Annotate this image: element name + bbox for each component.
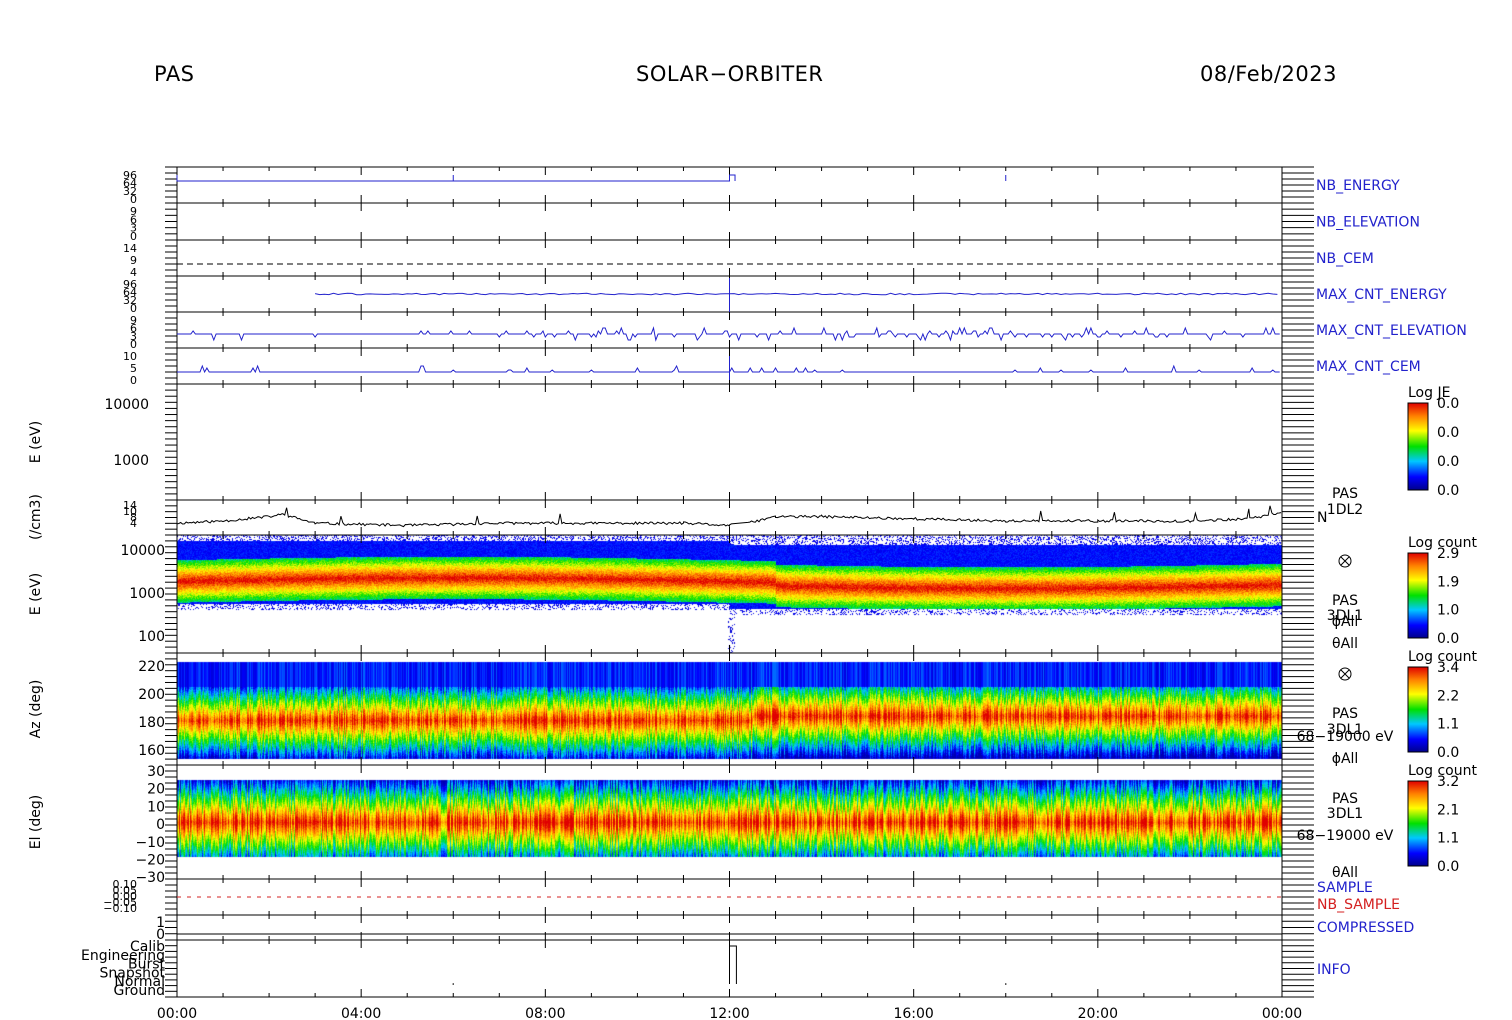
hk-panel-label: NB_ELEVATION: [1316, 215, 1420, 231]
colorbar-tick-label: 0.0: [1437, 859, 1459, 875]
info-trace: [729, 945, 737, 984]
colorbar-3dl1-energy: [1407, 552, 1429, 639]
hk-panel-label: MAX_CNT_ELEVATION: [1316, 323, 1467, 339]
hk-panel-label: NB_ENERGY: [1316, 178, 1400, 194]
colorbar-tick-label: 3.4: [1437, 660, 1459, 676]
x-tick-label: 00:00: [1262, 1006, 1302, 1020]
side-label: PAS: [1332, 593, 1358, 609]
y-tick-label: −10: [135, 835, 165, 851]
info-dot: [1004, 983, 1007, 985]
x-tick-label: 08:00: [525, 1006, 565, 1020]
hk-panel-label: MAX_CNT_CEM: [1316, 359, 1421, 375]
y-tick-label: −0.10: [103, 902, 137, 915]
info-dot: [452, 983, 455, 985]
colorbar-azimuth: [1407, 666, 1429, 753]
side-label: PAS: [1332, 486, 1358, 502]
side-label: 68−19000 eV: [1297, 729, 1394, 745]
colorbar-tick-label: 2.2: [1437, 688, 1459, 704]
y-tick-label: 180: [138, 715, 165, 731]
colorbar-tick-label: 0.0: [1437, 425, 1459, 441]
side-label: ϕAll: [1332, 614, 1359, 630]
colorbar-tick-label: 0.0: [1437, 396, 1459, 412]
colorbar-tick-label: 0.0: [1437, 631, 1459, 647]
y-tick-label: 4: [130, 517, 137, 530]
y-tick-label: −20: [135, 853, 165, 869]
side-label: θAll: [1332, 636, 1358, 652]
hk-panel-label: NB_CEM: [1316, 251, 1374, 267]
y-tick-label: 1000: [129, 586, 165, 602]
colorbar-tick-label: 1.1: [1437, 831, 1459, 847]
colorbar-tick-label: 2.9: [1437, 546, 1459, 562]
hk-panel-label: MAX_CNT_ENERGY: [1316, 287, 1447, 303]
y-tick-label: 0: [156, 817, 165, 833]
x-tick-label: 12:00: [709, 1006, 749, 1020]
out-of-page-icon: [1340, 669, 1350, 679]
x-tick-label: 20:00: [1078, 1006, 1118, 1020]
y-axis-label: E (eV): [28, 421, 44, 463]
info-label: INFO: [1317, 962, 1351, 978]
max-cnt-energy-trace: [314, 292, 1278, 296]
colorbar-tick-label: 1.1: [1437, 717, 1459, 733]
y-tick-label: 100: [138, 629, 165, 645]
x-tick-label: 16:00: [893, 1006, 933, 1020]
compressed-label: COMPRESSED: [1317, 920, 1414, 936]
colorbar-tick-label: 1.9: [1437, 574, 1459, 590]
colorbar-elevation: [1407, 780, 1429, 867]
y-tick-label: 1000: [113, 453, 149, 469]
max-cnt-cem-trace: [177, 364, 1280, 374]
x-tick-label: 00:00: [157, 1006, 197, 1020]
nb-energy-trace: [176, 174, 736, 182]
density-trace: [176, 505, 1282, 528]
y-tick-label: 10000: [104, 397, 149, 413]
azimuth-heatmap: [177, 653, 1282, 765]
colorbar-tick-label: 0.0: [1437, 483, 1459, 499]
y-axis-label: (/cm3): [28, 494, 44, 540]
y-tick-label: 220: [138, 659, 165, 675]
side-label: 3DL1: [1327, 806, 1363, 822]
y-tick-label: −30: [135, 870, 165, 886]
colorbar-tick-label: 0.0: [1437, 745, 1459, 761]
side-label: PAS: [1332, 791, 1358, 807]
out-of-page-icon: [1340, 556, 1350, 566]
elevation-heatmap: [177, 765, 1282, 879]
side-label: ϕAll: [1332, 751, 1359, 767]
y-tick-label: 10000: [120, 543, 165, 559]
density-series-label: N: [1317, 510, 1327, 526]
y-tick-label: 20: [147, 782, 165, 798]
y-axis-label: El (deg): [28, 795, 44, 850]
y-tick-label: 160: [138, 743, 165, 759]
energy-1dl2-frame: [176, 383, 1283, 501]
side-label: PAS: [1332, 706, 1358, 722]
y-axis-label: E (eV): [28, 573, 44, 615]
y-tick-label: 10: [147, 799, 165, 815]
side-label: 1DL2: [1327, 502, 1363, 518]
colorbar-tick-label: 0.0: [1437, 454, 1459, 470]
sample-label: SAMPLE: [1317, 880, 1373, 896]
x-tick-label: 04:00: [341, 1006, 381, 1020]
y-axis-label: Az (deg): [28, 680, 44, 739]
y-tick-label: 30: [147, 764, 165, 780]
hk-y-tick-label: 0: [130, 374, 137, 387]
max-cnt-elevation-trace: [177, 326, 1280, 342]
energy-3dl1-heatmap: [177, 535, 1282, 653]
colorbar-tick-label: 1.0: [1437, 603, 1459, 619]
colorbar-tick-label: 3.2: [1437, 774, 1459, 790]
nb-sample-label: NB_SAMPLE: [1317, 897, 1400, 913]
side-label: θAll: [1332, 865, 1358, 881]
plot-area: 9664320NB_ENERGY9630NB_ELEVATION1494NB_C…: [28, 166, 1477, 1020]
info-y-tick-label: Ground: [114, 983, 166, 999]
colorbar-tick-label: 2.1: [1437, 802, 1459, 818]
side-label: 68−19000 eV: [1297, 828, 1394, 844]
y-tick-label: 200: [138, 687, 165, 703]
colorbar-1dl2: [1407, 402, 1429, 491]
